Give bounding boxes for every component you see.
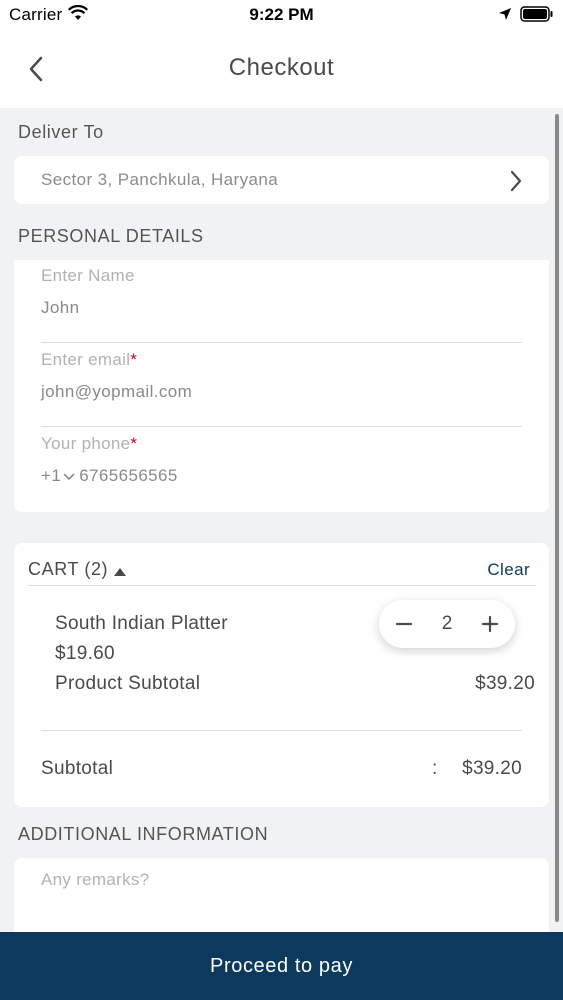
proceed-to-pay-button[interactable]: Proceed to pay xyxy=(0,932,563,1000)
item-name: South Indian Platter xyxy=(55,613,228,634)
email-field[interactable]: Enter email* john@yopmail.com xyxy=(41,350,522,427)
product-subtotal-value: $39.20 xyxy=(475,673,535,694)
plus-icon xyxy=(481,615,499,633)
divider xyxy=(41,426,522,427)
checkout-content[interactable]: Deliver To Sector 3, Panchkula, Haryana … xyxy=(0,108,563,932)
additional-info-heading: ADDITIONAL INFORMATION xyxy=(18,824,269,844)
item-price: $19.60 xyxy=(55,643,115,664)
chevron-down-icon xyxy=(63,473,75,480)
page-title: Checkout xyxy=(228,54,335,81)
divider xyxy=(41,730,522,731)
email-input[interactable]: john@yopmail.com xyxy=(41,382,522,402)
email-label: Enter email* xyxy=(41,350,522,370)
required-mark: * xyxy=(130,350,138,369)
phone-input-row: +1 6765656565 xyxy=(41,466,522,486)
name-field[interactable]: Enter Name John xyxy=(41,266,522,343)
product-subtotal-label: Product Subtotal xyxy=(55,673,201,694)
subtotal-separator: : xyxy=(432,758,438,779)
delivery-address: Sector 3, Panchkula, Haryana xyxy=(41,170,279,189)
phone-field[interactable]: Your phone* +1 6765656565 xyxy=(41,434,522,486)
scrollbar[interactable] xyxy=(555,114,559,922)
battery-icon xyxy=(520,6,554,27)
chevron-right-icon xyxy=(509,169,523,198)
remarks-input[interactable]: Any remarks? xyxy=(41,870,149,890)
required-mark: * xyxy=(130,434,138,453)
phone-label: Your phone* xyxy=(41,434,522,454)
delivery-address-row[interactable]: Sector 3, Panchkula, Haryana xyxy=(14,156,549,204)
name-input[interactable]: John xyxy=(41,298,522,318)
phone-label-text: Your phone xyxy=(41,434,131,453)
status-bar: Carrier 9:22 PM xyxy=(0,0,563,30)
divider xyxy=(28,585,536,586)
personal-details-heading: PERSONAL DETAILS xyxy=(18,226,204,246)
deliver-to-label: Deliver To xyxy=(18,122,104,142)
quantity-stepper: 2 xyxy=(379,600,515,648)
cart-title: CART (2) xyxy=(28,559,109,579)
location-arrow-icon xyxy=(498,6,512,26)
cart-card: CART (2) Clear South Indian Platter $19.… xyxy=(14,543,549,807)
personal-details-card: Enter Name John Enter email* john@yopmai… xyxy=(14,260,549,512)
nav-bar: Checkout xyxy=(0,30,563,108)
phone-input[interactable]: 6765656565 xyxy=(79,466,178,485)
subtotal-label: Subtotal xyxy=(41,758,114,779)
divider xyxy=(41,342,522,343)
clock: 9:22 PM xyxy=(249,5,314,24)
caret-up-icon xyxy=(114,560,127,581)
name-label: Enter Name xyxy=(41,266,135,285)
country-code: +1 xyxy=(41,466,62,485)
clear-cart-button[interactable]: Clear xyxy=(487,560,530,580)
cart-toggle[interactable]: CART (2) xyxy=(28,559,127,581)
remarks-field[interactable]: Any remarks? xyxy=(14,858,549,932)
email-label-text: Enter email xyxy=(41,350,131,369)
country-code-select[interactable]: +1 xyxy=(41,466,79,485)
subtotal-value: $39.20 xyxy=(462,758,522,779)
increase-quantity-button[interactable] xyxy=(480,614,500,634)
